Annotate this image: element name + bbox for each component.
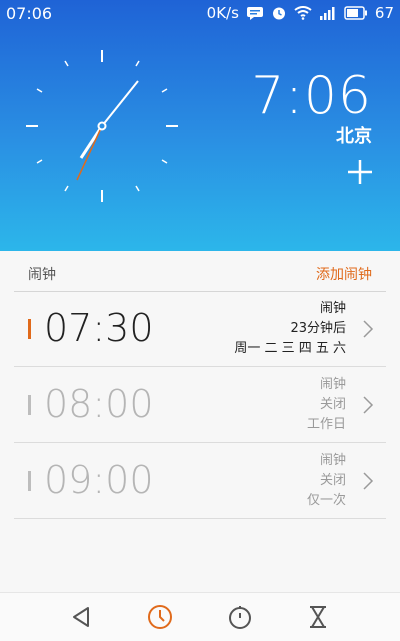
alarm-status-indicator xyxy=(28,319,31,339)
digital-time: 7:06 xyxy=(251,66,372,126)
add-city-button[interactable] xyxy=(346,158,374,186)
alarm-status: 关闭 xyxy=(319,473,346,488)
chevron-right-icon xyxy=(363,396,374,414)
chevron-right-icon xyxy=(363,320,374,338)
alarm-status: 23分钟后 xyxy=(290,321,346,336)
wifi-icon xyxy=(294,6,312,20)
second-hand xyxy=(76,125,103,181)
alarm-repeat: 周一 二 三 四 五 六 xyxy=(234,341,346,356)
alarm-info: 闹钟 关闭 仅一次 xyxy=(307,451,346,511)
alarms-section-title: 闹钟 xyxy=(28,267,56,283)
alarm-row[interactable]: 08:00 闹钟 关闭 工作日 xyxy=(14,367,386,443)
add-alarm-button[interactable]: 添加闹钟 xyxy=(316,264,372,284)
alarm-repeat: 工作日 xyxy=(306,417,346,432)
signal-icon xyxy=(319,7,335,20)
bottom-nav xyxy=(0,592,400,641)
hour-hand xyxy=(79,125,104,159)
battery-icon xyxy=(344,6,367,20)
alarm-status-indicator xyxy=(28,471,31,491)
analog-clock xyxy=(26,50,178,202)
alarm-time: 09:00 xyxy=(44,458,154,502)
stopwatch-icon[interactable] xyxy=(226,603,254,631)
alarm-info: 闹钟 23分钟后 周一 二 三 四 五 六 xyxy=(234,299,346,359)
city-name: 北京 xyxy=(336,126,372,147)
network-speed: 0K/s xyxy=(206,4,239,22)
alarm-icon xyxy=(272,7,285,20)
status-icons: 0K/s 67 xyxy=(207,4,394,22)
status-bar: 07:06 0K/s 67 xyxy=(0,0,400,26)
clock-center xyxy=(97,121,107,131)
alarms-section-header: 闹钟 添加闹钟 xyxy=(14,251,386,292)
alarm-row[interactable]: 09:00 闹钟 关闭 仅一次 xyxy=(14,443,386,519)
alarm-repeat: 仅一次 xyxy=(306,493,346,508)
alarm-info: 闹钟 关闭 工作日 xyxy=(307,375,346,435)
alarm-status-indicator xyxy=(28,395,31,415)
message-icon xyxy=(246,7,263,20)
alarm-label: 闹钟 xyxy=(319,453,346,468)
back-icon[interactable] xyxy=(68,603,96,631)
clock-icon[interactable] xyxy=(146,603,174,631)
battery-level: 67 xyxy=(374,4,394,22)
alarm-row[interactable]: 07:30 闹钟 23分钟后 周一 二 三 四 五 六 xyxy=(14,291,386,367)
world-clock-header: 07:06 0K/s 67 7:06 北京 xyxy=(0,0,400,251)
alarm-label: 闹钟 xyxy=(319,377,346,392)
alarm-time: 08:00 xyxy=(44,382,154,426)
timer-icon[interactable] xyxy=(304,603,332,631)
alarm-label: 闹钟 xyxy=(319,301,346,316)
alarm-time: 07:30 xyxy=(44,306,154,350)
minute-hand xyxy=(101,80,139,127)
alarm-status: 关闭 xyxy=(319,397,346,412)
status-time: 07:06 xyxy=(6,4,53,23)
chevron-right-icon xyxy=(363,472,374,490)
alarm-list: 07:30 闹钟 23分钟后 周一 二 三 四 五 六 08:00 闹钟 关闭 … xyxy=(14,291,386,519)
